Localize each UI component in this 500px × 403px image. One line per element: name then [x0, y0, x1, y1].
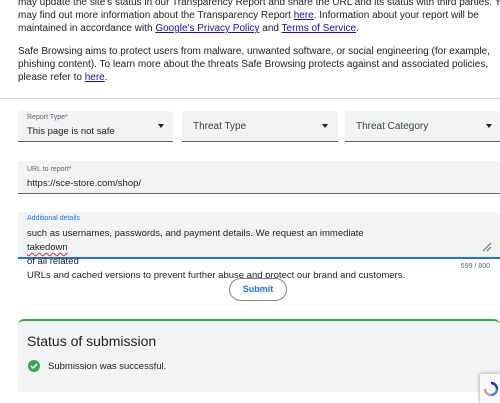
report-type-value: This page is not safe [27, 126, 115, 137]
text-segment: please refer to [18, 72, 85, 83]
text-segment: . Information about your report will be [313, 10, 479, 21]
report-type-select[interactable]: Report Type* This page is not safe [18, 111, 173, 142]
url-field[interactable]: URL to report* https://sce-store.com/sho… [18, 161, 500, 194]
text-line: URLs and cached versions to prevent furt… [27, 270, 406, 281]
check-circle-icon [28, 360, 40, 372]
recaptcha-icon [483, 381, 499, 397]
chevron-down-icon [158, 124, 164, 128]
text-line: Safe Browsing aims to protect users from… [18, 46, 490, 57]
text-line: may find out more information about the … [18, 9, 500, 22]
safe-browsing-policies-link[interactable]: here [85, 72, 105, 83]
text-segment: and [259, 23, 282, 34]
safe-browsing-paragraph: Safe Browsing aims to protect users from… [18, 45, 500, 84]
text-line: phishing content). To learn more about t… [18, 59, 489, 70]
transparency-paragraph: may update the site's status in our Tran… [18, 0, 500, 35]
text-segment: such as usernames, passwords, and paymen… [27, 228, 364, 239]
url-field-label: URL to report* [27, 166, 72, 173]
transparency-report-link[interactable]: here [294, 10, 314, 21]
text-line: may update the site's status in our Tran… [18, 0, 500, 8]
text-segment: of all related [27, 256, 79, 267]
text-line: please refer to here. [18, 71, 500, 84]
threat-category-placeholder: Threat Category [356, 121, 429, 132]
additional-details-textarea[interactable]: Additional details such as usernames, pa… [18, 212, 500, 281]
submit-button[interactable]: Submit [229, 278, 287, 301]
misspelled-word: takedown [27, 242, 68, 253]
text-segment: may find out more information about the … [18, 10, 294, 21]
terms-of-service-link[interactable]: Terms of Service [282, 23, 356, 34]
chevron-down-icon [486, 124, 492, 128]
threat-type-placeholder: Threat Type [193, 121, 247, 132]
text-segment: . [356, 23, 359, 34]
additional-details-text[interactable]: such as usernames, passwords, and paymen… [27, 227, 405, 283]
text-segment: . [104, 72, 108, 83]
report-type-label: Report Type* [27, 114, 68, 121]
recaptcha-badge[interactable] [479, 373, 500, 403]
text-line: such as usernames, passwords, and paymen… [27, 227, 405, 269]
resize-handle-icon[interactable] [481, 241, 492, 252]
text-line: maintained in accordance with Google's P… [18, 22, 500, 35]
additional-details-label: Additional details [27, 215, 80, 222]
threat-category-select[interactable]: Threat Category [345, 111, 500, 142]
status-message: Submission was successful. [48, 361, 167, 372]
text-segment: maintained in accordance with [18, 23, 156, 34]
privacy-policy-link[interactable]: Google's Privacy Policy [155, 23, 259, 34]
chevron-down-icon [322, 124, 328, 128]
url-field-value[interactable]: https://sce-store.com/shop/ [27, 178, 141, 189]
status-title: Status of submission [27, 333, 157, 349]
status-card: Status of submission Submission was succ… [18, 319, 500, 392]
character-counter: 599 / 800 [460, 263, 490, 270]
section-divider [0, 98, 500, 99]
threat-type-select[interactable]: Threat Type [182, 111, 338, 142]
